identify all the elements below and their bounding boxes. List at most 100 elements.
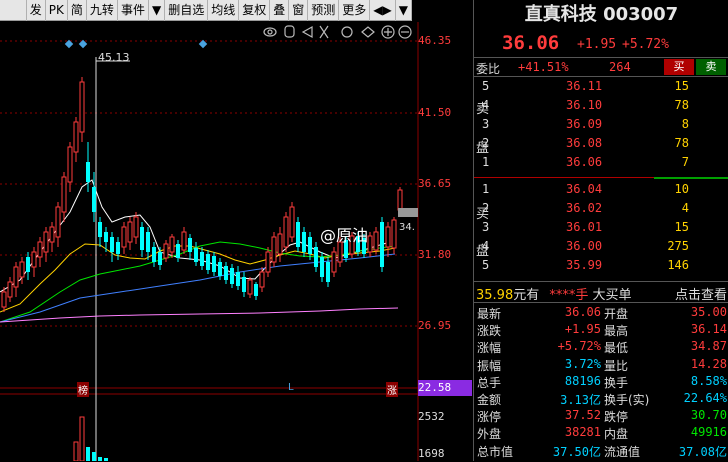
stat-k2: 换手(实)	[604, 393, 650, 407]
big-order-price: 35.98	[476, 288, 514, 303]
toolbar-window[interactable]: 窗	[289, 0, 309, 21]
quote-panel: 直真科技 003007 36.06 +1.95 +5.72% 委比 +41.51…	[473, 0, 728, 461]
toolbar-arrows-icon[interactable]: ◀▶	[370, 0, 396, 21]
bid-row[interactable]: 3 36.01 15	[474, 220, 728, 239]
marker-zhang[interactable]: 涨	[386, 382, 398, 397]
big-order-label: 大买单	[592, 288, 632, 303]
stat-k2: 换手	[604, 375, 629, 390]
kline-chart[interactable]: 45.13 34. @原油 46.35 41.50 36.65 31.80 26…	[0, 22, 472, 461]
bid-row[interactable]: 4 36.00 275	[474, 239, 728, 258]
price-tick-5: 26.95	[418, 319, 452, 332]
stat-row: 金额 3.13亿 换手(实) 22.64%	[474, 391, 728, 410]
ask-row[interactable]: 2 36.08 78	[474, 136, 728, 155]
stat-v1: 37.50亿	[552, 444, 601, 459]
stat-v1: 3.72%	[564, 356, 601, 371]
stat-v2: 30.70	[690, 408, 727, 423]
buy-button[interactable]: 买	[664, 59, 694, 75]
toolbar-overlay[interactable]: 叠	[270, 0, 290, 21]
ask-row[interactable]: 3 36.09 8	[474, 117, 728, 136]
vol-tick-2: 1698	[418, 447, 445, 460]
ask-volume: 78	[674, 136, 689, 150]
toolbar-forecast[interactable]: 预测	[308, 0, 340, 21]
bid-row[interactable]: 5 35.99 146	[474, 258, 728, 277]
right-label: 34.	[399, 222, 415, 233]
stat-k2: 跌停	[604, 410, 629, 425]
stat-row: 外盘 38281 内盘 49916	[474, 425, 728, 444]
bid-volume: 275	[667, 239, 689, 253]
ask-price: 36.08	[566, 136, 603, 150]
watermark: @原油	[320, 226, 369, 245]
high-label: 45.13	[98, 51, 130, 64]
marker-l[interactable]: L	[288, 382, 294, 393]
bid-price: 36.00	[566, 239, 603, 253]
ask-row[interactable]: 1 36.06 7	[474, 155, 728, 174]
ask-row[interactable]: 5 36.11 15	[474, 79, 728, 98]
toolbar-remove-watchlist[interactable]: 删自选	[165, 0, 209, 21]
stock-code: 003007	[603, 4, 679, 25]
vol-tick-1: 2532	[418, 410, 445, 423]
ask-level: 1	[482, 155, 490, 169]
price-tick-1: 46.35	[418, 34, 452, 47]
stat-k2: 量比	[604, 358, 629, 373]
toolbar-fa[interactable]: 发	[27, 0, 46, 21]
stat-v2: 8.58%	[690, 373, 727, 388]
stat-row: 涨幅 +5.72% 最低 34.87	[474, 339, 728, 358]
stat-v2: 49916	[690, 425, 727, 440]
toolbar-more[interactable]: 更多	[339, 0, 371, 21]
stat-row: 振幅 3.72% 量比 14.28	[474, 357, 728, 376]
bid-volume: 15	[674, 220, 689, 234]
sell-button[interactable]: 卖	[696, 59, 726, 75]
price-header: 36.06 +1.95 +5.72%	[474, 32, 728, 56]
toolbar-events[interactable]: 事件	[118, 0, 149, 21]
stat-k2: 内盘	[604, 427, 629, 442]
ask-volume: 15	[674, 79, 689, 93]
toolbar-ma[interactable]: 均线	[208, 0, 240, 21]
stat-v1: +5.72%	[557, 339, 601, 354]
bid-level: 5	[482, 258, 490, 272]
big-order-row: 35.98元有 ****手 大买单 点击查看	[476, 284, 728, 303]
toolbar-jian[interactable]: 简	[68, 0, 87, 21]
toolbar-jiuzhuan[interactable]: 九转	[87, 0, 118, 21]
stat-row: 总市值 37.50亿 流通值 37.08亿	[474, 443, 728, 462]
stat-row: 涨跌 +1.95 最高 36.14	[474, 322, 728, 341]
stat-v1: 37.52	[564, 408, 601, 423]
stat-v2: 37.08亿	[678, 444, 727, 459]
ask-price: 36.09	[566, 117, 603, 131]
toolbar-adjust[interactable]: 复权	[239, 0, 271, 21]
stock-title: 直真科技 003007	[474, 0, 728, 32]
bid-row[interactable]: 2 36.02 4	[474, 201, 728, 220]
stat-k1: 外盘	[477, 427, 502, 442]
stat-v2: 35.00	[690, 305, 727, 319]
ask-price: 36.11	[566, 79, 603, 93]
big-order-link[interactable]: 点击查看	[675, 284, 727, 303]
bid-level: 1	[482, 182, 490, 196]
bid-level: 4	[482, 239, 490, 253]
toolbar-menu-icon[interactable]: ▼	[396, 0, 412, 21]
bid-volume: 4	[681, 201, 689, 215]
stat-v2: 36.14	[690, 322, 727, 337]
price-change: +1.95	[577, 37, 617, 52]
chart-tool-icons[interactable]	[263, 25, 412, 39]
bid-row[interactable]: 1 36.04 10	[474, 182, 728, 201]
last-price: 36.06	[502, 32, 560, 54]
price-tick-3: 36.65	[418, 177, 452, 190]
bid-price: 36.02	[566, 201, 603, 215]
stat-v1: 38281	[564, 425, 601, 440]
ma-line-pink	[0, 307, 399, 323]
ask-volume: 7	[681, 155, 689, 169]
toolbar-pk[interactable]: PK	[46, 0, 68, 21]
big-order-unit: 元有	[513, 288, 540, 303]
bid-price: 36.04	[566, 182, 603, 196]
ask-row[interactable]: 4 36.10 78	[474, 98, 728, 117]
ask-level: 2	[482, 136, 490, 150]
stat-k1: 最新	[477, 307, 502, 321]
kline-svg	[0, 22, 472, 461]
stat-k2: 流通值	[604, 444, 641, 459]
stat-row: 总手 88196 换手 8.58%	[474, 374, 728, 393]
big-order-hands: ****手	[549, 288, 589, 303]
stat-row: 最新 36.06 开盘 35.00	[474, 305, 728, 324]
marker-bang[interactable]: 榜	[77, 382, 89, 397]
stat-k2: 最高	[604, 324, 629, 339]
stat-k2: 开盘	[604, 307, 629, 321]
toolbar-dropdown-icon[interactable]: ▼	[149, 0, 166, 21]
